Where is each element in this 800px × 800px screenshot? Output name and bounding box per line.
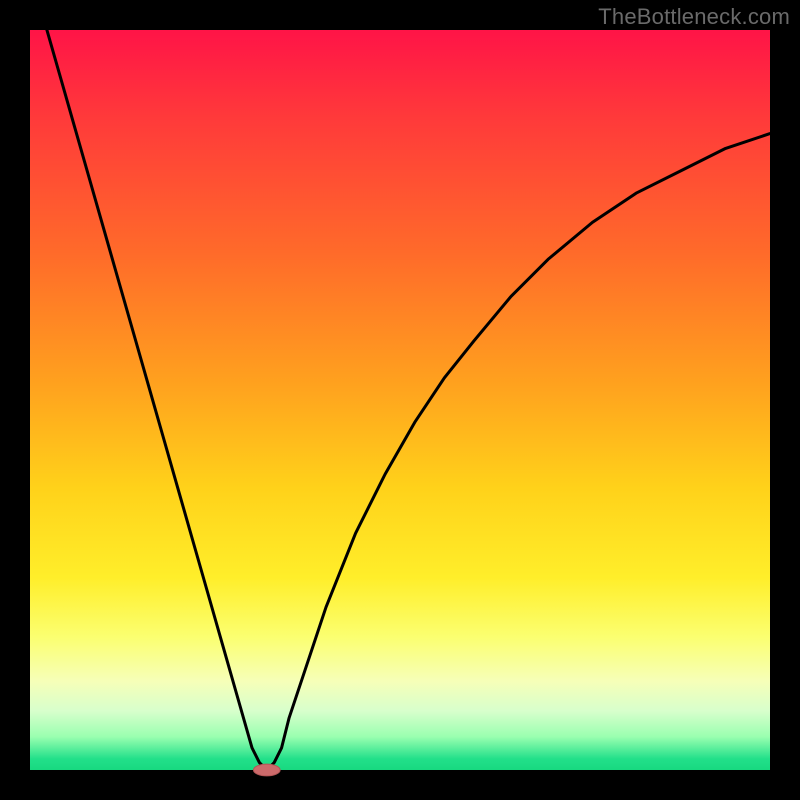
watermark-text: TheBottleneck.com <box>598 4 790 30</box>
plot-background <box>30 30 770 770</box>
optimum-marker <box>253 764 280 776</box>
chart-frame: TheBottleneck.com <box>0 0 800 800</box>
bottleneck-chart <box>0 0 800 800</box>
